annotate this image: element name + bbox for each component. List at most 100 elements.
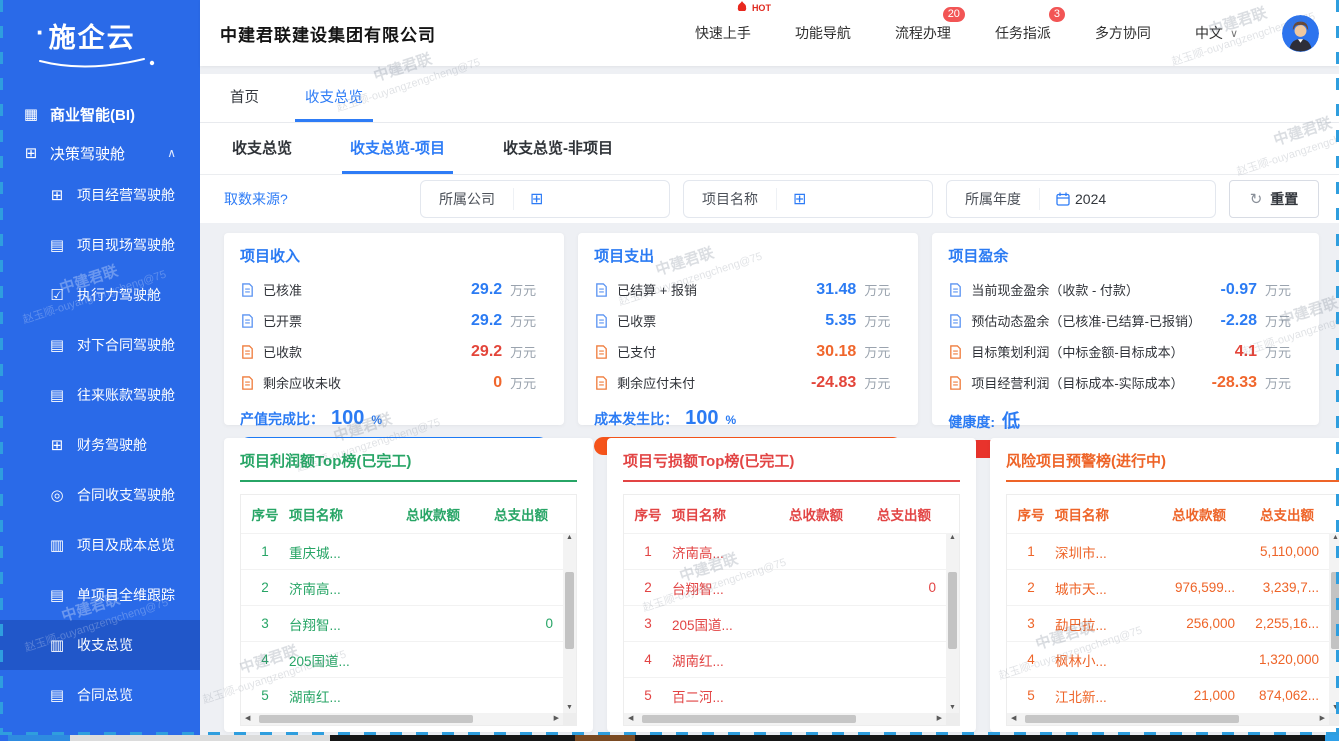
sidebar-group-cockpit[interactable]: ⊞ 决策驾驶舱 ∧ xyxy=(0,122,200,170)
stat-value: -24.83 xyxy=(800,374,856,392)
stat-row: 剩余应付未付 -24.83 万元 xyxy=(594,367,902,398)
project-name-link[interactable]: 江北新... xyxy=(1055,686,1153,706)
stat-label: 已结算 + 报销 xyxy=(617,280,800,299)
dashed-frame-left xyxy=(0,0,3,735)
subtab-inout-nonproject[interactable]: 收支总览-非项目 xyxy=(495,123,621,174)
nav-collaboration[interactable]: 多方协同 xyxy=(1095,23,1151,43)
vertical-scrollbar[interactable]: ▲ ▼ xyxy=(563,533,576,713)
nav-function-guide[interactable]: 功能导航 xyxy=(795,23,851,43)
subtab-inout-overview[interactable]: 收支总览 xyxy=(224,123,300,174)
table-row: 4 枫林小... 1,320,000 - xyxy=(1007,641,1329,677)
tab-home[interactable]: 首页 xyxy=(220,74,269,122)
stat-label: 已支付 xyxy=(617,342,800,361)
sidebar-item-inout-overview[interactable]: ▥ 收支总览 xyxy=(0,620,200,670)
year-select[interactable]: 所属年度 2024 xyxy=(946,180,1216,218)
nav-task-assign[interactable]: 3 任务指派 xyxy=(995,23,1051,43)
year-value: 2024 xyxy=(1075,191,1106,207)
sidebar-item-finance[interactable]: ⊞ 财务驾驶舱 xyxy=(0,420,200,470)
scrollbar-thumb[interactable] xyxy=(259,715,473,723)
horizontal-scrollbar[interactable]: ◀ ▶ xyxy=(241,713,563,725)
sidebar-item-label: 往来账款驾驶舱 xyxy=(77,385,175,405)
table-title: 项目亏损额Top榜(已完工) xyxy=(623,450,960,471)
project-name-link[interactable]: 湖南红... xyxy=(289,686,387,706)
sidebar-item-single-project[interactable]: ▤ 单项目全维跟踪 xyxy=(0,570,200,620)
sidebar-item-accounts[interactable]: ▤ 往来账款驾驶舱 xyxy=(0,370,200,420)
project-select[interactable]: 项目名称 ⊞ xyxy=(683,180,933,218)
scroll-left-icon[interactable]: ◀ xyxy=(245,714,250,724)
column-header: 总收款额 xyxy=(770,504,862,524)
scroll-left-icon[interactable]: ◀ xyxy=(628,714,633,724)
project-name-link[interactable]: 枫林小... xyxy=(1055,650,1153,670)
horizontal-scrollbar[interactable]: ◀ ▶ xyxy=(624,713,946,725)
company-select[interactable]: 所属公司 ⊞ xyxy=(420,180,670,218)
project-name-link[interactable]: 济南高... xyxy=(672,542,770,562)
stat-label: 目标策划利润（中标金额-目标成本） xyxy=(971,342,1201,361)
project-name-link[interactable]: 205国道... xyxy=(672,614,770,634)
scrollbar-corner xyxy=(563,713,576,725)
column-header: 项目名称 xyxy=(672,504,770,524)
scrollbar-thumb[interactable] xyxy=(565,572,574,649)
table-row: 4 湖南红... xyxy=(624,641,946,677)
scroll-up-icon[interactable]: ▲ xyxy=(949,533,956,543)
project-name-link[interactable]: 勐巴拉... xyxy=(1055,614,1153,634)
stat-value: -0.97 xyxy=(1201,281,1257,299)
data-table: 序号 项目名称 总收款额 总支出额 总 1 重庆城... 2 xyxy=(240,494,577,726)
document-icon xyxy=(240,313,255,329)
sidebar-item-execution[interactable]: ☑ 执行力驾驶舱 xyxy=(0,270,200,320)
scrollbar-thumb[interactable] xyxy=(948,572,957,649)
scroll-right-icon[interactable]: ▶ xyxy=(937,714,942,724)
stat-unit: 万元 xyxy=(1265,342,1303,361)
nav-label: 快速上手 xyxy=(695,25,751,41)
clipboard-icon: ▤ xyxy=(48,236,66,254)
horizontal-scrollbar[interactable]: ◀ ▶ xyxy=(1007,713,1329,725)
project-name-link[interactable]: 205国道... xyxy=(289,650,387,670)
vertical-scrollbar[interactable]: ▲ ▼ xyxy=(946,533,959,713)
scrollbar-thumb[interactable] xyxy=(642,715,856,723)
scrollbar-thumb[interactable] xyxy=(1025,715,1239,723)
stat-value: 29.2 xyxy=(446,312,502,330)
breadcrumb-tabs: 首页 收支总览 xyxy=(200,74,1339,123)
stat-row: 已收票 5.35 万元 xyxy=(594,305,902,336)
scroll-right-icon[interactable]: ▶ xyxy=(554,714,559,724)
tab-inout-overview[interactable]: 收支总览 xyxy=(295,74,373,122)
stat-unit: 万元 xyxy=(1265,311,1303,330)
project-name-link[interactable]: 湖南红... xyxy=(672,650,770,670)
sidebar-item-contract-inout[interactable]: ◎ 合同收支驾驶舱 xyxy=(0,470,200,520)
project-name-link[interactable]: 台翔智... xyxy=(672,578,770,598)
reset-button[interactable]: ↻ 重置 xyxy=(1229,180,1319,218)
scroll-up-icon[interactable]: ▲ xyxy=(566,533,573,543)
user-avatar[interactable] xyxy=(1282,15,1319,52)
data-source-link[interactable]: 取数来源? xyxy=(224,189,288,209)
divider xyxy=(1006,480,1339,482)
grid-icon: ⊞ xyxy=(48,436,66,454)
project-name-link[interactable]: 百二河... xyxy=(672,686,770,706)
sidebar-item-sub-contract[interactable]: ▤ 对下合同驾驶舱 xyxy=(0,320,200,370)
project-name-link[interactable]: 城市天... xyxy=(1055,578,1153,598)
nav-process-handling[interactable]: 20 流程办理 xyxy=(895,23,951,43)
scroll-right-icon[interactable]: ▶ xyxy=(1320,714,1325,724)
subtab-label: 收支总览 xyxy=(232,137,292,158)
scroll-down-icon[interactable]: ▼ xyxy=(566,703,573,713)
project-name-link[interactable]: 重庆城... xyxy=(289,542,387,562)
sidebar-item-project-operation[interactable]: ⊞ 项目经营驾驶舱 xyxy=(0,170,200,220)
language-switcher[interactable]: 中文 ∨ xyxy=(1195,23,1238,43)
project-name-link[interactable]: 台翔智... xyxy=(289,614,387,634)
nav-quick-start[interactable]: HOT 快速上手 xyxy=(695,23,751,43)
data-table: 序号 项目名称 总收款额 总支出额 总 1 济南高... 2 xyxy=(623,494,960,726)
sidebar-item-label: 合同收支驾驶舱 xyxy=(77,485,175,505)
document-icon xyxy=(948,282,963,298)
stat-row: 预估动态盈余（已核准-已结算-已报销） -2.28 万元 xyxy=(948,305,1303,336)
sidebar-item-project-cost[interactable]: ▥ 项目及成本总览 xyxy=(0,520,200,570)
stat-row: 项目经营利润（目标成本-实际成本） -28.33 万元 xyxy=(948,367,1303,398)
scroll-left-icon[interactable]: ◀ xyxy=(1011,714,1016,724)
project-name-link[interactable]: 济南高... xyxy=(289,578,387,598)
subtab-inout-project[interactable]: 收支总览-项目 xyxy=(342,123,453,174)
sidebar-item-label: 收支总览 xyxy=(77,635,133,655)
scroll-down-icon[interactable]: ▼ xyxy=(949,703,956,713)
sidebar-section-bi[interactable]: ▦ 商业智能(BI) xyxy=(0,76,200,122)
sidebar-item-contract-overview[interactable]: ▤ 合同总览 xyxy=(0,670,200,720)
project-name-link[interactable]: 深圳市... xyxy=(1055,542,1153,562)
org-picker-icon: ⊞ xyxy=(793,189,806,209)
sidebar-item-project-site[interactable]: ▤ 项目现场驾驶舱 xyxy=(0,220,200,270)
column-header: 序号 xyxy=(1007,504,1055,524)
